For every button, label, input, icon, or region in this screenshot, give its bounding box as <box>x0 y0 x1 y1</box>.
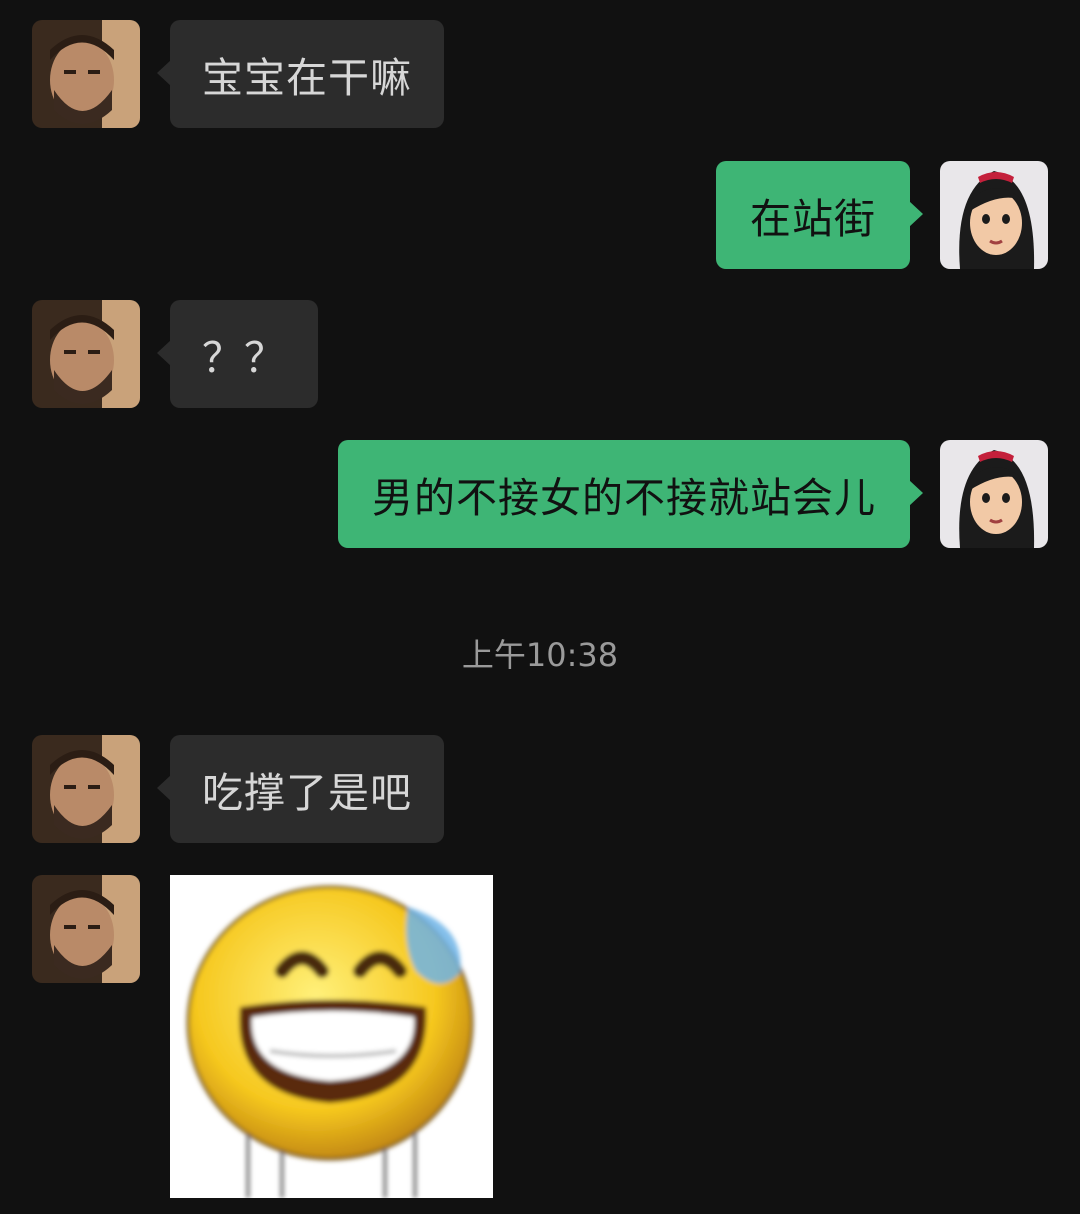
cartoon-girl-avatar-icon <box>940 440 1048 548</box>
contact-avatar[interactable] <box>32 875 140 983</box>
contact-avatar[interactable] <box>32 20 140 128</box>
chat-view: 宝宝在干嘛 在站街 ？？ 男的不接女的不接就站会儿 上午10:38 吃撑了是吧 <box>0 0 1080 1214</box>
contact-avatar[interactable] <box>32 735 140 843</box>
contact-avatar[interactable] <box>32 300 140 408</box>
cartoon-girl-avatar-icon <box>940 161 1048 269</box>
message-timestamp: 上午10:38 <box>461 636 619 674</box>
message-text: 男的不接女的不接就站会儿 <box>372 474 876 522</box>
message-bubble-incoming[interactable]: ？？ <box>157 300 318 408</box>
message-text: 吃撑了是吧 <box>202 769 412 817</box>
message-bubble-outgoing[interactable]: 在站街 <box>716 161 923 269</box>
self-avatar[interactable] <box>940 161 1048 269</box>
sticker-message[interactable] <box>170 875 493 1198</box>
message-text: 在站街 <box>750 195 876 243</box>
bearded-man-avatar-icon <box>32 20 140 128</box>
message-bubble-outgoing[interactable]: 男的不接女的不接就站会儿 <box>338 440 923 548</box>
bearded-man-avatar-icon <box>32 875 140 983</box>
message-bubble-incoming[interactable]: 宝宝在干嘛 <box>157 20 444 128</box>
message-text: ？？ <box>202 334 286 382</box>
message-text: 宝宝在干嘛 <box>202 54 412 102</box>
self-avatar[interactable] <box>940 440 1048 548</box>
bearded-man-avatar-icon <box>32 735 140 843</box>
grinning-sweat-emoji-icon <box>170 875 493 1198</box>
bearded-man-avatar-icon <box>32 300 140 408</box>
message-bubble-incoming[interactable]: 吃撑了是吧 <box>157 735 444 843</box>
